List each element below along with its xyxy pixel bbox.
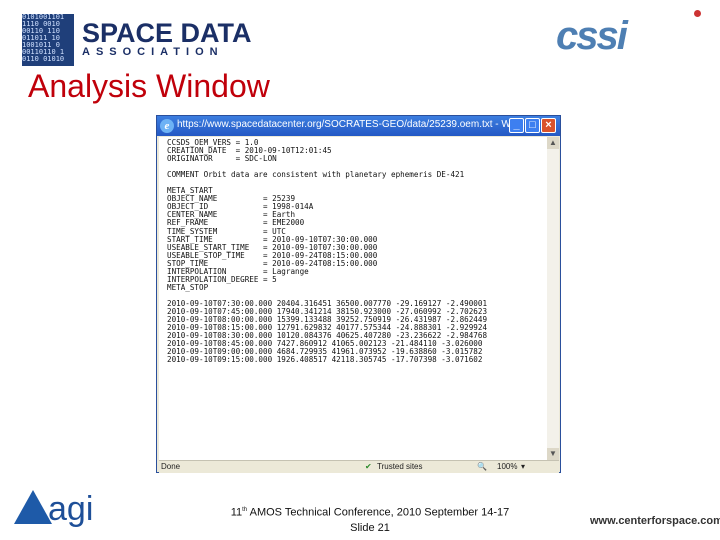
minimize-button[interactable]: _ xyxy=(509,118,524,133)
sda-logo-graphic: 0101001101 1110 0010 00110 110 011011 10… xyxy=(22,14,74,66)
chevron-down-icon[interactable]: ▾ xyxy=(521,462,525,471)
vertical-scrollbar[interactable]: ▲ ▼ xyxy=(547,137,559,460)
window-titlebar[interactable]: e https://www.spacedatacenter.org/SOCRAT… xyxy=(157,116,560,136)
sda-logo-title: SPACE DATA xyxy=(82,18,252,48)
sda-logo-bits-line: 0110 01010 xyxy=(22,55,65,63)
slide-number: Slide 21 xyxy=(350,521,390,534)
zoom-icon: 🔍 xyxy=(477,462,487,471)
status-bar: Done ✔ Trusted sites 🔍 100% ▾ xyxy=(159,460,559,473)
cssi-logo-dot xyxy=(694,10,701,17)
text-line xyxy=(167,179,487,187)
agi-logo: agi xyxy=(48,490,94,528)
text-line: COMMENT Orbit data are consistent with p… xyxy=(167,170,465,180)
browser-icon: e xyxy=(160,119,174,133)
close-button[interactable]: × xyxy=(541,118,556,133)
footer-conference: 11th AMOS Technical Conference, 2010 Sep… xyxy=(220,503,520,521)
checkmark-icon: ✔ xyxy=(365,462,372,471)
maximize-button[interactable]: □ xyxy=(525,118,540,133)
text-line: 2010-09-10T09:15:00.000 1926.408517 4211… xyxy=(167,355,483,365)
website-url: www.centerforspace.com xyxy=(590,515,720,527)
text-line: ORIGINATOR = SDC-LON xyxy=(167,154,277,164)
sda-logo-subtitle: ASSOCIATION xyxy=(82,46,224,58)
browser-window: e https://www.spacedatacenter.org/SOCRAT… xyxy=(156,115,561,473)
window-title: https://www.spacedatacenter.org/SOCRATES… xyxy=(177,119,533,130)
text-line: META_STOP xyxy=(167,282,209,292)
footer-number: 11 xyxy=(230,506,243,519)
cssi-logo: cssi xyxy=(556,14,628,58)
status-done: Done xyxy=(161,462,181,471)
scroll-down-icon[interactable]: ▼ xyxy=(547,448,559,460)
oem-text: CCSDS_OEM_VERS = 1.0 CREATION_DATE = 2010… xyxy=(167,138,487,365)
slide-title: Analysis Window xyxy=(28,68,270,104)
scroll-up-icon[interactable]: ▲ xyxy=(547,137,559,149)
slide-footer: 11th AMOS Technical Conference, 2010 Sep… xyxy=(220,503,520,536)
footer-conference-text: AMOS Technical Conference, 2010 Septembe… xyxy=(247,506,510,519)
document-content: CCSDS_OEM_VERS = 1.0 CREATION_DATE = 2010… xyxy=(159,137,547,460)
status-zoom[interactable]: 100% xyxy=(497,462,517,471)
agi-logo-triangle-icon xyxy=(14,490,52,524)
text-line: INTERPOLATION_DEGREE = 5 xyxy=(167,274,277,284)
status-zone: Trusted sites xyxy=(377,462,423,471)
